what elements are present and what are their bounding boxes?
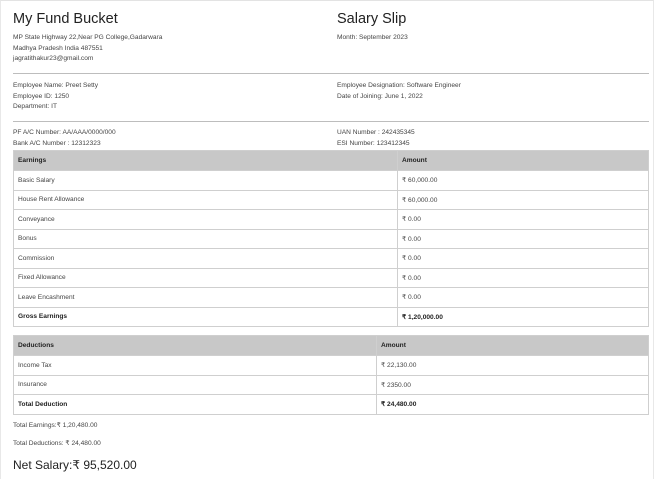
earning-amount: ₹ 60,000.00 [397, 189, 649, 210]
total-deduction-amount: ₹ 24,480.00 [376, 394, 649, 415]
earning-amount: ₹ 60,000.00 [397, 170, 649, 191]
deductions-header-row: Deductions Amount [13, 335, 649, 356]
company-name: My Fund Bucket [13, 11, 118, 27]
earning-label: Conveyance [13, 209, 398, 230]
company-address-line1: MP State Highway 22,Near PG College,Gada… [13, 34, 163, 41]
earning-amount: ₹ 0.00 [397, 267, 649, 288]
table-row: Insurance ₹ 2350.00 [13, 374, 649, 395]
esi-number: ESI Number: 123412345 [337, 140, 410, 147]
pf-account-number: PF A/C Number: AA/AAA/0000/000 [13, 129, 116, 136]
total-deductions-summary: Total Deductions: ₹ 24,480.00 [13, 440, 101, 447]
gross-earnings-amount: ₹ 1,20,000.00 [397, 306, 649, 327]
deductions-header-amount: Amount [376, 335, 649, 356]
total-earnings-summary: Total Earnings:₹ 1,20,480.00 [13, 422, 98, 429]
gross-earnings-label: Gross Earnings [13, 306, 398, 327]
deduction-amount: ₹ 22,130.00 [376, 355, 649, 376]
uan-number: UAN Number : 242435345 [337, 129, 415, 136]
earning-label: Fixed Allowance [13, 267, 398, 288]
bank-account-number: Bank A/C Number : 12312323 [13, 140, 101, 147]
earnings-header-label: Earnings [13, 150, 398, 171]
deduction-amount: ₹ 2350.00 [376, 374, 649, 395]
deductions-table: Deductions Amount Income Tax ₹ 22,130.00… [13, 335, 649, 415]
earning-label: House Rent Allowance [13, 189, 398, 210]
slip-title: Salary Slip [337, 11, 407, 27]
earnings-header-amount: Amount [397, 150, 649, 171]
deductions-total-row: Total Deduction ₹ 24,480.00 [13, 394, 649, 415]
earnings-table: Earnings Amount Basic Salary ₹ 60,000.00… [13, 150, 649, 327]
table-row: Conveyance ₹ 0.00 [13, 209, 649, 230]
total-deduction-label: Total Deduction [13, 394, 377, 415]
employee-joining-date: Date of Joining: June 1, 2022 [337, 92, 423, 100]
earning-label: Commission [13, 248, 398, 269]
table-row: Leave Encashment ₹ 0.00 [13, 287, 649, 308]
earnings-total-row: Gross Earnings ₹ 1,20,000.00 [13, 306, 649, 327]
employee-department: Department: IT [13, 103, 57, 110]
earning-label: Basic Salary [13, 170, 398, 191]
company-email: jagratithakur23@gmail.com [13, 55, 94, 62]
table-row: House Rent Allowance ₹ 60,000.00 [13, 189, 649, 210]
net-salary: Net Salary:₹ 95,520.00 [13, 458, 137, 472]
company-address-line2: Madhya Pradesh India 487551 [13, 44, 103, 52]
deduction-label: Insurance [13, 374, 377, 395]
earning-amount: ₹ 0.00 [397, 248, 649, 269]
earning-label: Bonus [13, 228, 398, 249]
deduction-label: Income Tax [13, 355, 377, 376]
table-row: Commission ₹ 0.00 [13, 248, 649, 269]
slip-month: Month: September 2023 [337, 34, 408, 41]
earning-amount: ₹ 0.00 [397, 228, 649, 249]
employee-designation: Employee Designation: Software Engineer [337, 82, 461, 89]
employee-id: Employee ID: 1250 [13, 92, 70, 100]
divider [13, 73, 649, 74]
divider [13, 121, 649, 122]
table-row: Bonus ₹ 0.00 [13, 228, 649, 249]
salary-slip-page: My Fund Bucket MP State Highway 22,Near … [0, 0, 654, 479]
deductions-header-label: Deductions [13, 335, 377, 356]
table-row: Income Tax ₹ 22,130.00 [13, 355, 649, 376]
employee-name: Employee Name: Preet Setty [13, 82, 99, 89]
earning-amount: ₹ 0.00 [397, 287, 649, 308]
earnings-header-row: Earnings Amount [13, 150, 649, 171]
table-row: Fixed Allowance ₹ 0.00 [13, 267, 649, 288]
earning-amount: ₹ 0.00 [397, 209, 649, 230]
earning-label: Leave Encashment [13, 287, 398, 308]
table-row: Basic Salary ₹ 60,000.00 [13, 170, 649, 191]
